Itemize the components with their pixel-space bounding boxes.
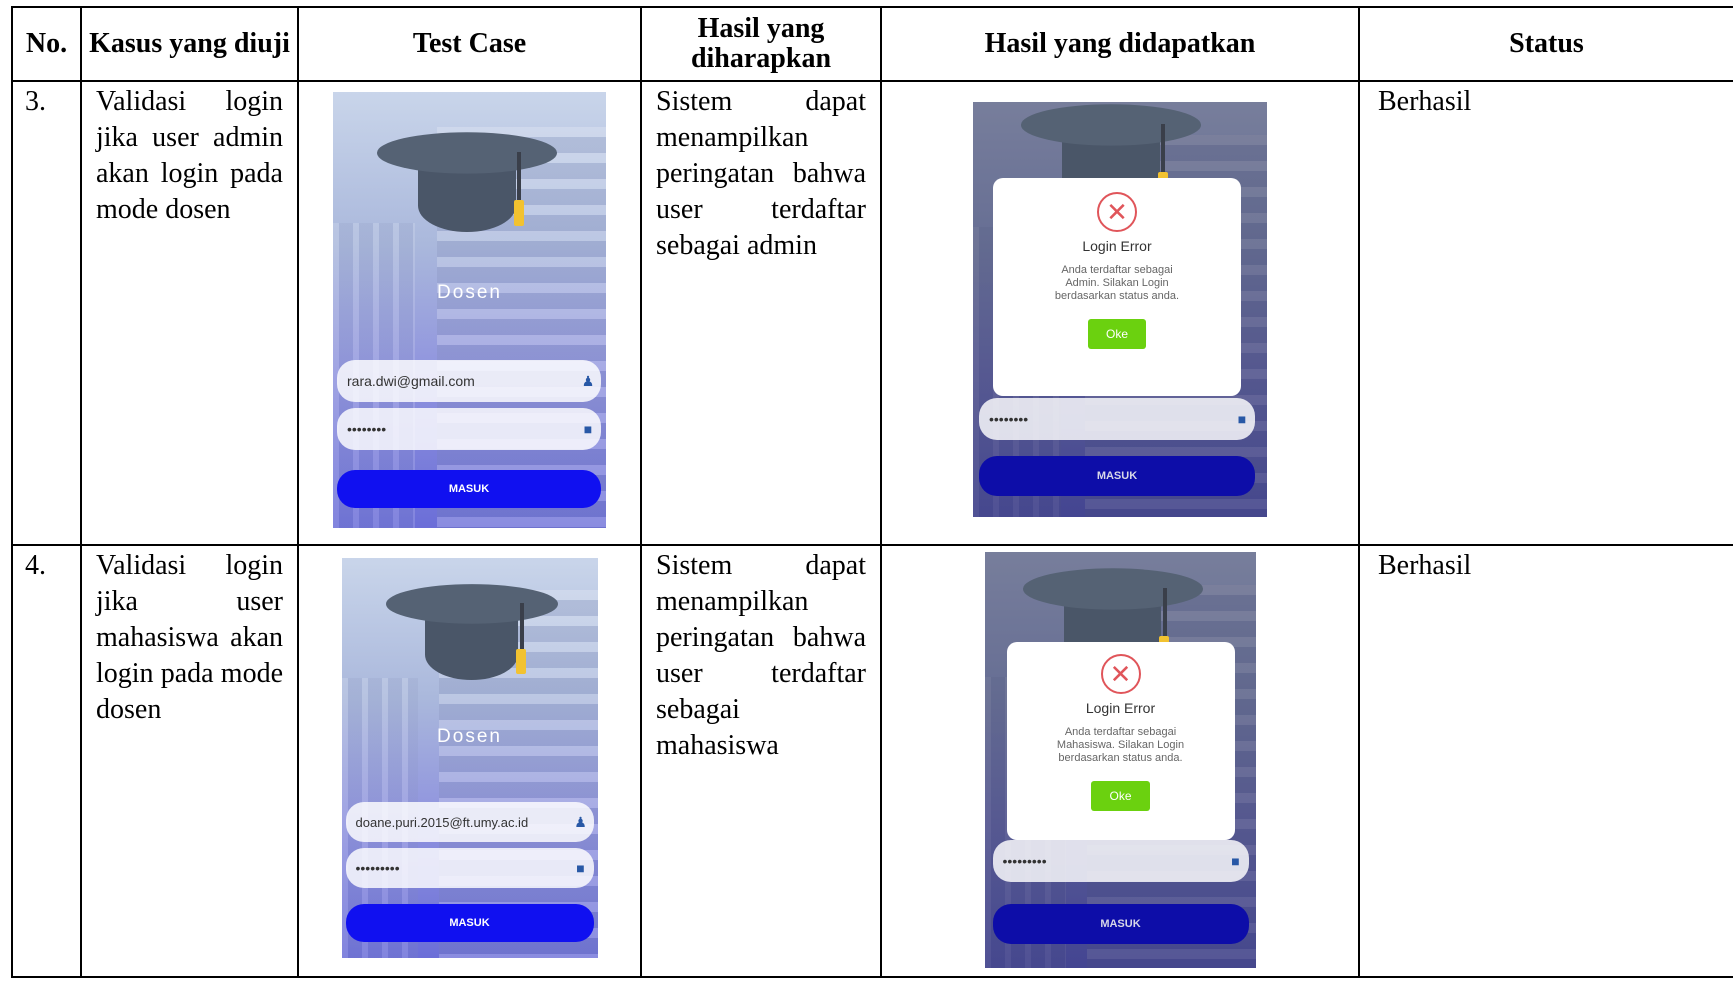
masuk-button[interactable]: MASUK [979, 456, 1255, 496]
password-field[interactable]: ••••••••• ■ [345, 848, 594, 888]
dialog-message: Anda terdaftar sebagai Admin. Silakan Lo… [1054, 264, 1180, 302]
password-field[interactable]: •••••••• ■ [337, 408, 601, 450]
test-case-screenshot: Dosen doane.puri.2015@ft.umy.ac.id ♟ •••… [341, 558, 598, 958]
login-error-dialog: ✕ Login Error Anda terdaftar sebagai Adm… [993, 178, 1241, 396]
lock-icon: ■ [583, 421, 593, 437]
email-value: doane.puri.2015@ft.umy.ac.id [355, 814, 529, 830]
error-circle-icon: ✕ [1097, 192, 1137, 232]
lock-icon: ■ [576, 860, 585, 876]
row-number: 4. [25, 550, 46, 581]
dialog-title: Login Error [1085, 700, 1156, 716]
masuk-button[interactable]: MASUK [345, 904, 594, 942]
login-error-dialog: ✕ Login Error Anda terdaftar sebagai Mah… [1006, 642, 1235, 840]
lock-icon: ■ [1237, 411, 1247, 427]
header-harapan: Hasil yang diharapkan [640, 6, 882, 82]
oke-button[interactable]: Oke [1091, 781, 1150, 811]
screen-title: Dosen [437, 282, 502, 303]
table-row: 4. Validasi login jika user mahasiswa ak… [11, 544, 1733, 978]
harapan-text: Sistem dapat menampilkan peringatan bahw… [656, 86, 866, 261]
kasus-text: Validasi login jika user admin akan logi… [96, 86, 283, 225]
masuk-button[interactable]: MASUK [337, 470, 601, 508]
user-icon: ♟ [574, 813, 587, 830]
test-table: No. Kasus yang diuji Test Case Hasil yan… [11, 6, 1733, 978]
result-screenshot: ••••••••• ■ MASUK ✕ Login Error Anda ter… [984, 552, 1256, 968]
header-status: Status [1358, 6, 1733, 82]
user-icon: ♟ [581, 372, 595, 389]
header-row: No. Kasus yang diuji Test Case Hasil yan… [11, 6, 1733, 82]
error-circle-icon: ✕ [1100, 654, 1141, 694]
screen-title: Dosen [437, 726, 502, 747]
password-field[interactable]: •••••••• ■ [979, 398, 1255, 440]
password-value: ••••••••• [1002, 853, 1047, 869]
table-row: 3. Validasi login jika user admin akan l… [11, 80, 1733, 546]
kasus-text: Validasi login jika user mahasiswa akan … [96, 550, 283, 725]
header-no: No. [11, 6, 82, 82]
email-field[interactable]: doane.puri.2015@ft.umy.ac.id ♟ [345, 802, 594, 842]
dialog-message: Anda terdaftar sebagai Mahasiswa. Silaka… [1056, 726, 1185, 764]
header-didapatkan: Hasil yang didapatkan [880, 6, 1360, 82]
password-value: •••••••• [989, 411, 1029, 427]
graduation-cap-icon [377, 130, 557, 250]
password-value: ••••••••• [355, 860, 400, 876]
header-kasus: Kasus yang diuji [80, 6, 299, 82]
status-text: Berhasil [1378, 550, 1472, 581]
header-test-case: Test Case [297, 6, 642, 82]
email-field[interactable]: rara.dwi@gmail.com ♟ [337, 360, 601, 402]
test-case-screenshot: Dosen rara.dwi@gmail.com ♟ •••••••• ■ MA… [333, 92, 606, 528]
email-value: rara.dwi@gmail.com [347, 373, 475, 389]
graduation-cap-icon [385, 582, 558, 697]
dialog-title: Login Error [1082, 238, 1152, 254]
result-screenshot: •••••••• ■ MASUK ✕ Login Error Anda terd… [973, 102, 1267, 517]
password-field[interactable]: ••••••••• ■ [992, 840, 1249, 882]
lock-icon: ■ [1231, 853, 1240, 869]
row-number: 3. [25, 86, 46, 117]
oke-button[interactable]: Oke [1087, 319, 1146, 349]
password-value: •••••••• [347, 421, 387, 437]
masuk-button[interactable]: MASUK [992, 904, 1249, 944]
harapan-text: Sistem dapat menampilkan peringatan bahw… [656, 550, 866, 761]
status-text: Berhasil [1378, 86, 1472, 117]
